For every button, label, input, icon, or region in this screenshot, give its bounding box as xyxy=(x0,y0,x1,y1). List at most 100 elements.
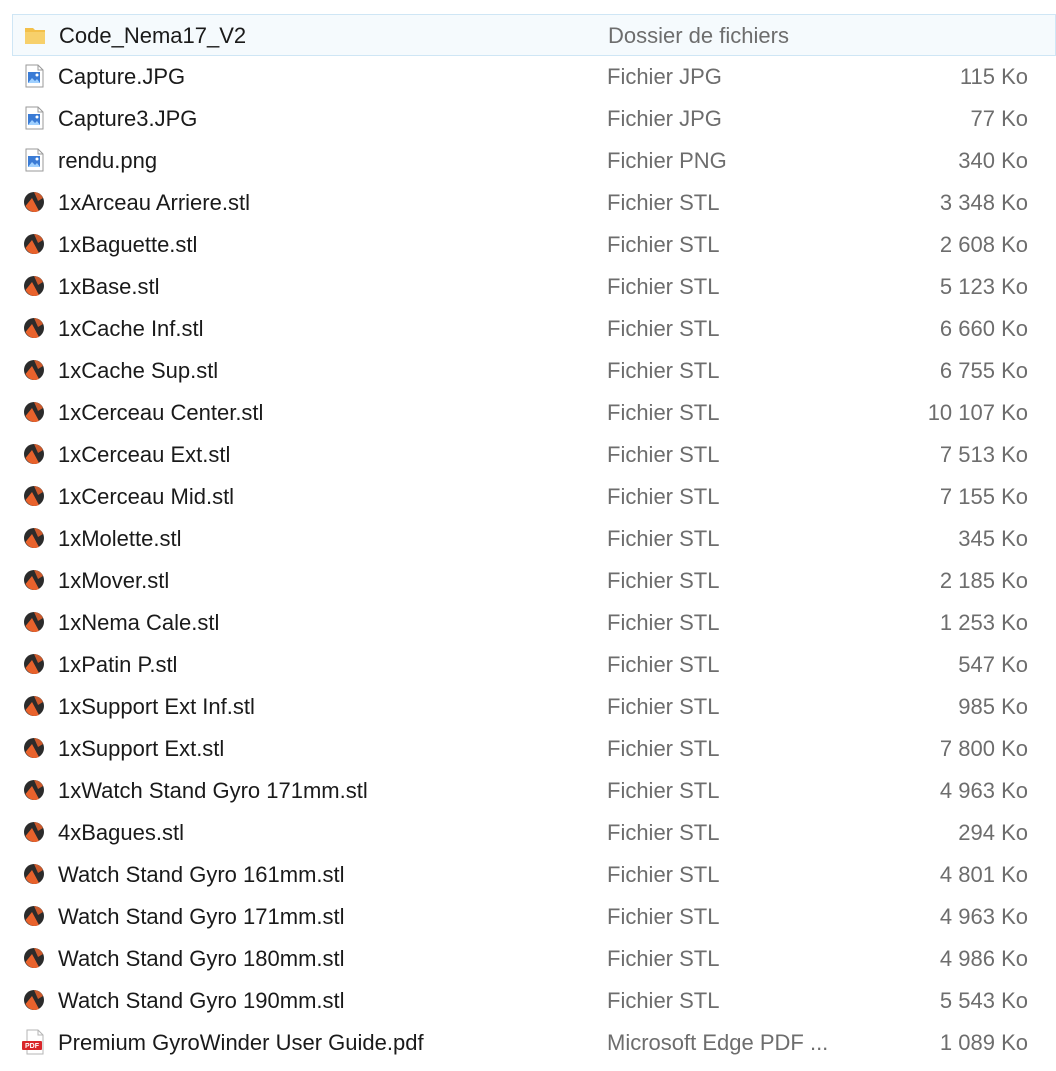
image-file-icon xyxy=(22,105,46,131)
file-type: Fichier STL xyxy=(607,526,720,551)
file-name: 1xCerceau Ext.stl xyxy=(58,442,231,467)
file-type: Fichier STL xyxy=(607,274,720,299)
file-type: Fichier JPG xyxy=(607,64,722,89)
file-row[interactable]: 1xCache Sup.stl Fichier STL 6 755 Ko xyxy=(0,350,1056,392)
file-size: 6 660 Ko xyxy=(939,316,1028,341)
file-type: Fichier STL xyxy=(607,778,720,803)
file-name: 1xSupport Ext Inf.stl xyxy=(58,694,255,719)
file-name: Watch Stand Gyro 171mm.stl xyxy=(58,904,345,929)
file-name: Premium GyroWinder User Guide.pdf xyxy=(58,1030,424,1055)
file-name: 1xPatin P.stl xyxy=(58,652,178,677)
file-size: 547 Ko xyxy=(958,652,1028,677)
file-name: 1xMolette.stl xyxy=(58,526,182,551)
file-row[interactable]: 4xBagues.stl Fichier STL 294 Ko xyxy=(0,812,1056,854)
stl-file-icon xyxy=(22,189,46,215)
file-type: Fichier STL xyxy=(607,652,720,677)
file-size: 115 Ko xyxy=(959,64,1028,89)
stl-file-icon xyxy=(22,399,46,425)
file-size: 340 Ko xyxy=(958,148,1028,173)
file-row[interactable]: 1xNema Cale.stl Fichier STL 1 253 Ko xyxy=(0,602,1056,644)
svg-text:PDF: PDF xyxy=(25,1043,40,1050)
file-type: Fichier STL xyxy=(607,568,720,593)
file-type: Dossier de fichiers xyxy=(608,23,789,48)
file-row[interactable]: Capture3.JPG Fichier JPG 77 Ko xyxy=(0,98,1056,140)
stl-file-icon xyxy=(22,651,46,677)
file-row[interactable]: rendu.png Fichier PNG 340 Ko xyxy=(0,140,1056,182)
file-name: 1xCache Sup.stl xyxy=(58,358,219,383)
image-file-icon xyxy=(22,147,46,173)
file-type: Microsoft Edge PDF ... xyxy=(607,1030,829,1055)
file-row[interactable]: 1xWatch Stand Gyro 171mm.stl Fichier STL 4… xyxy=(0,770,1056,812)
file-type: Fichier STL xyxy=(607,358,720,383)
file-name: 1xArceau Arriere.stl xyxy=(58,190,250,215)
file-size: 985 Ko xyxy=(958,694,1028,719)
file-name: Code_Nema17_V2 xyxy=(59,23,247,48)
file-row[interactable]: 1xBase.stl Fichier STL 5 123 Ko xyxy=(0,266,1056,308)
file-name: 1xCerceau Mid.stl xyxy=(58,484,235,509)
file-size: 4 963 Ko xyxy=(939,778,1028,803)
file-size: 77 Ko xyxy=(970,106,1029,131)
file-row[interactable]: Code_Nema17_V2 Dossier de fichiers xyxy=(12,14,1056,56)
file-type: Fichier STL xyxy=(607,862,720,887)
file-type: Fichier STL xyxy=(607,190,720,215)
file-name: Capture3.JPG xyxy=(58,106,198,131)
file-row[interactable]: 1xCerceau Center.stl Fichier STL 10 107 Ko xyxy=(0,392,1056,434)
file-name: Watch Stand Gyro 161mm.stl xyxy=(58,862,345,887)
file-size: 10 107 Ko xyxy=(927,400,1028,425)
stl-file-icon xyxy=(22,819,46,845)
file-name: 1xCache Inf.stl xyxy=(58,316,204,341)
stl-file-icon xyxy=(22,903,46,929)
file-row[interactable]: 1xCache Inf.stl Fichier STL 6 660 Ko xyxy=(0,308,1056,350)
file-row[interactable]: Watch Stand Gyro 190mm.stl Fichier STL 5 5… xyxy=(0,980,1056,1022)
file-name: 4xBagues.stl xyxy=(58,820,184,845)
file-name: rendu.png xyxy=(58,148,158,173)
stl-file-icon xyxy=(22,777,46,803)
file-size: 7 513 Ko xyxy=(939,442,1028,467)
file-type: Fichier STL xyxy=(607,316,720,341)
stl-file-icon xyxy=(22,609,46,635)
file-row[interactable]: Watch Stand Gyro 171mm.stl Fichier STL 4 9… xyxy=(0,896,1056,938)
file-row[interactable]: 1xMolette.stl Fichier STL 345 Ko xyxy=(0,518,1056,560)
file-row[interactable]: Capture.JPG Fichier JPG 115 Ko xyxy=(0,56,1056,98)
stl-file-icon xyxy=(22,231,46,257)
file-type: Fichier STL xyxy=(607,694,720,719)
file-name: 1xBaguette.stl xyxy=(58,232,198,257)
file-row[interactable]: 1xPatin P.stl Fichier STL 547 Ko xyxy=(0,644,1056,686)
file-row[interactable]: 1xSupport Ext Inf.stl Fichier STL 985 Ko xyxy=(0,686,1056,728)
file-type: Fichier STL xyxy=(607,904,720,929)
file-size: 5 123 Ko xyxy=(939,274,1028,299)
file-name: Capture.JPG xyxy=(58,64,186,89)
file-type: Fichier STL xyxy=(607,400,720,425)
file-type: Fichier STL xyxy=(607,988,720,1013)
file-name: 1xWatch Stand Gyro 171mm.stl xyxy=(58,778,368,803)
file-size: 2 608 Ko xyxy=(939,232,1028,257)
file-type: Fichier PNG xyxy=(607,148,727,173)
file-type: Fichier STL xyxy=(607,736,720,761)
file-row[interactable]: 1xArceau Arriere.stl Fichier STL 3 348 Ko xyxy=(0,182,1056,224)
stl-file-icon xyxy=(22,525,46,551)
file-row[interactable]: Watch Stand Gyro 180mm.stl Fichier STL 4 9… xyxy=(0,938,1056,980)
file-type: Fichier STL xyxy=(607,484,720,509)
stl-file-icon xyxy=(22,357,46,383)
stl-file-icon xyxy=(22,987,46,1013)
file-size: 2 185 Ko xyxy=(939,568,1028,593)
file-size: 4 963 Ko xyxy=(939,904,1028,929)
file-row[interactable]: Watch Stand Gyro 161mm.stl Fichier STL 4 8… xyxy=(0,854,1056,896)
file-name: 1xBase.stl xyxy=(58,274,160,299)
file-size: 7 155 Ko xyxy=(939,484,1028,509)
stl-file-icon xyxy=(22,567,46,593)
file-row[interactable]: PDF Premium GyroWinder User Guide.pdf Micr… xyxy=(0,1022,1056,1064)
file-type: Fichier JPG xyxy=(607,106,722,131)
file-size: 4 986 Ko xyxy=(939,946,1028,971)
file-row[interactable]: 1xCerceau Ext.stl Fichier STL 7 513 Ko xyxy=(0,434,1056,476)
stl-file-icon xyxy=(22,315,46,341)
file-size: 1 089 Ko xyxy=(939,1030,1028,1055)
file-row[interactable]: 1xBaguette.stl Fichier STL 2 608 Ko xyxy=(0,224,1056,266)
file-row[interactable]: 1xSupport Ext.stl Fichier STL 7 800 Ko xyxy=(0,728,1056,770)
file-row[interactable]: 1xMover.stl Fichier STL 2 185 Ko xyxy=(0,560,1056,602)
file-row[interactable]: 1xCerceau Mid.stl Fichier STL 7 155 Ko xyxy=(0,476,1056,518)
stl-file-icon xyxy=(22,483,46,509)
file-type: Fichier STL xyxy=(607,232,720,257)
file-name: 1xSupport Ext.stl xyxy=(58,736,225,761)
file-size: 6 755 Ko xyxy=(939,358,1028,383)
